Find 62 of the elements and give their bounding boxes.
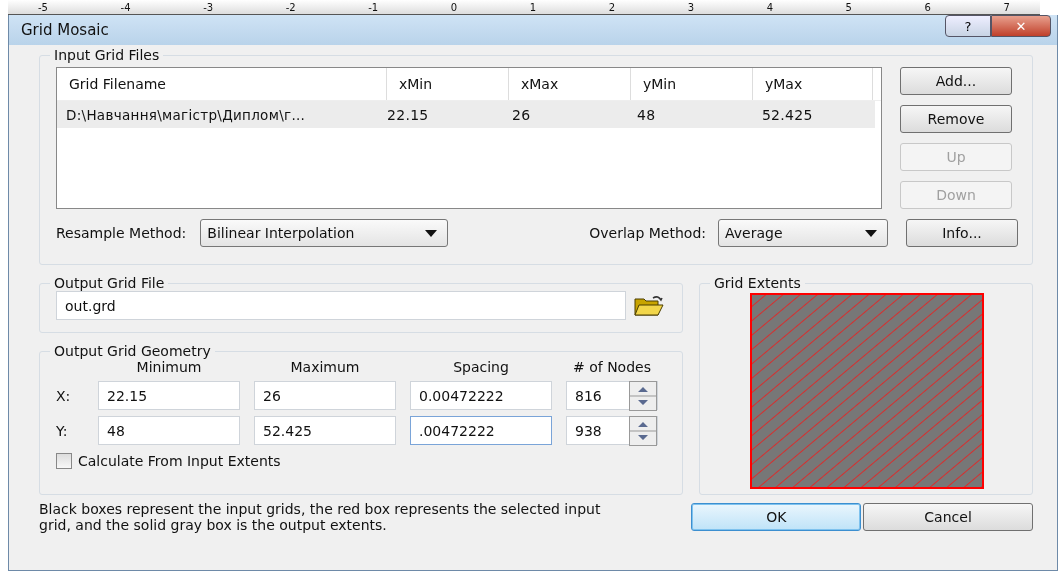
input-field[interactable]: 48 [98, 416, 240, 445]
column-header: # of Nodes [572, 359, 652, 375]
table-cell-text: 48 [635, 106, 657, 123]
ruler-label: 2 [607, 2, 617, 14]
caret-icon [425, 229, 438, 237]
file-row[interactable]: D:\Навчання\магістр\Диплом\г... 22.15 26 48 52.425 [57, 101, 875, 128]
column-header: Maximum [289, 359, 361, 375]
ruler-label: -4 [119, 2, 132, 14]
info-button[interactable]: Info... [906, 219, 1018, 247]
table-cell-text: 26 [510, 106, 532, 123]
ruler-label: -1 [367, 2, 380, 14]
spin-arrows-icon[interactable] [629, 380, 657, 411]
column-header[interactable]: xMin [387, 68, 509, 100]
caret-icon [865, 229, 877, 237]
input-field[interactable]: 26 [254, 381, 396, 410]
checkbox[interactable] [56, 453, 72, 469]
column-header[interactable]: Grid Filename [57, 68, 387, 100]
window-title: Grid Mosaic [21, 21, 109, 39]
help-button[interactable]: ? [945, 15, 991, 37]
ruler-label: 3 [686, 2, 696, 14]
group-title: Input Grid Files [53, 47, 161, 63]
column-header[interactable]: yMax [753, 68, 873, 100]
dialog-button[interactable]: Cancel [863, 503, 1033, 531]
spin-arrows-icon[interactable] [629, 415, 657, 446]
node-count-spinner[interactable]: 816 [566, 381, 658, 410]
checkbox-label: Calculate From Input Extents [78, 453, 281, 469]
ruler-label: -3 [202, 2, 215, 14]
input-field[interactable]: 22.15 [98, 381, 240, 410]
ruler-label: 1 [528, 2, 538, 14]
input-field[interactable]: .00472222 [410, 416, 552, 445]
input-field[interactable]: 52.425 [254, 416, 396, 445]
list-action-button[interactable]: Remove [900, 105, 1012, 133]
table-cell-text: D:\Навчання\магістр\Диплом\г... [65, 106, 307, 123]
ruler-label: 7 [1002, 2, 1011, 14]
field-label: Overlap Method: [589, 225, 706, 241]
table-cell-text: 52.425 [760, 106, 814, 123]
ruler-label: 4 [765, 2, 774, 14]
node-count-spinner[interactable]: 938 [566, 416, 658, 445]
row-label: Y: [56, 422, 69, 439]
legend-note: Black boxes represent the input grids, the red box represents the selected input grid, and the solid gray box is the output extents. [39, 501, 602, 533]
column-header[interactable]: yMin [631, 68, 753, 100]
group-title: Output Grid File [53, 275, 166, 291]
column-header[interactable]: xMax [509, 68, 631, 100]
table-cell-text: 22.15 [386, 106, 430, 123]
overlap-dropdown[interactable]: Average [718, 219, 888, 247]
output-file-field[interactable]: out.grd [56, 291, 626, 320]
column-header: Minimum [135, 359, 203, 375]
ruler-label: 6 [923, 2, 932, 14]
ruler-label: -5 [37, 2, 49, 14]
ruler-label: 0 [449, 2, 459, 14]
input-field[interactable]: 0.00472222 [410, 381, 552, 410]
field-label: Resample Method: [56, 225, 187, 241]
resample-dropdown[interactable]: Bilinear Interpolation [200, 219, 449, 247]
ruler-label: -2 [284, 2, 297, 14]
folder-icon[interactable] [634, 294, 664, 317]
ruler-label: 5 [844, 2, 853, 14]
group-title: Grid Extents [713, 275, 802, 291]
dialog-button[interactable]: OK [691, 503, 862, 531]
row-label: X: [56, 387, 72, 404]
group-title: Output Grid Geometry [53, 343, 212, 359]
list-action-button[interactable]: Add... [900, 67, 1012, 95]
column-header: Spacing [452, 359, 510, 375]
